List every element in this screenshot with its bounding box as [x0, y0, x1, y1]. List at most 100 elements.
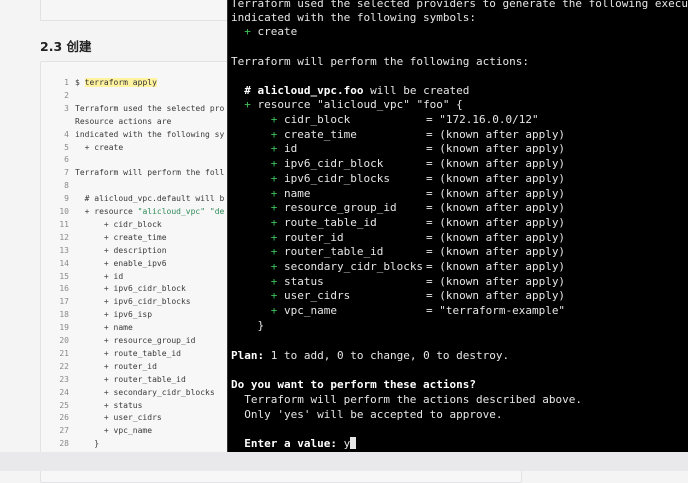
attr-value: = "172.16.0.0/12" [425, 113, 539, 126]
line-number: 20 [59, 336, 69, 345]
terminal-attr-line: + user_cidrs = (known after apply) [231, 288, 565, 303]
code-text: + resource [75, 207, 138, 216]
terminal-attr-line: + cidr_block = "172.16.0.0/12" [231, 112, 539, 127]
plus-symbol: + [231, 201, 284, 215]
create-word: create [257, 25, 298, 38]
attr-key: ipv6_cidr_blocks [283, 171, 390, 185]
line-number: 21 [59, 348, 69, 358]
code-text: Terraform will perform the foll [75, 168, 225, 178]
attr-value: = (known after apply) [425, 142, 566, 156]
prompt-label: Enter a value: [231, 437, 344, 450]
terminal-attr-line: + status = (known after apply) [231, 274, 565, 289]
command-highlight: terraform apply [84, 78, 157, 87]
plan-summary: 1 to add, 0 to change, 0 to destroy. [264, 349, 510, 362]
code-text: Resource actions are [75, 116, 172, 126]
terminal-line: } [231, 319, 265, 332]
attr-value: = (known after apply) [425, 289, 566, 303]
terminal-line: Do you want to perform these actions? [231, 378, 477, 391]
code-text: + create_time [75, 232, 167, 242]
line-number: 19 [59, 323, 69, 333]
code-line: 7 Terraform will perform the foll [41, 166, 224, 179]
resource-comment: # [231, 84, 258, 97]
code-line: 21 + route_table_id [41, 347, 181, 360]
plus-symbol: + [231, 289, 284, 303]
terminal-prompt[interactable]: Enter a value: y [231, 436, 357, 451]
attr-key: create_time [283, 127, 357, 141]
terminal-attr-line: + create_time = (known after apply) [231, 127, 565, 142]
terminal-attr-line: + router_table_id = (known after apply) [231, 244, 565, 259]
terminal-line: + create [231, 24, 297, 39]
attr-value: = (known after apply) [425, 157, 566, 171]
line-number: 3 [64, 103, 69, 113]
code-line: 19 + name [41, 321, 133, 334]
code-line: 2 [41, 89, 75, 102]
code-text: $ [75, 78, 85, 87]
plus-symbol: + [231, 245, 284, 259]
code-text: + create [75, 142, 124, 152]
code-text: indicated with the following sy [75, 129, 225, 139]
input-value[interactable]: y [344, 437, 351, 450]
line-number: 4 [64, 129, 69, 139]
attr-value: = (known after apply) [425, 230, 566, 244]
attr-key: ipv6_cidr_block [283, 157, 384, 171]
line-number: 26 [59, 413, 69, 423]
section-heading: 2.3 创建 [40, 39, 92, 54]
terminal-window[interactable]: Terraform used the selected providers to… [227, 0, 688, 453]
plus-symbol: + [231, 25, 258, 38]
code-line: 13 + description [41, 244, 166, 257]
code-line: 9 # alicloud_vpc.default will b [41, 192, 224, 205]
line-number: 28 [59, 439, 69, 449]
code-text: } [75, 439, 100, 449]
plus-symbol: + [231, 127, 284, 141]
attr-key: name [283, 186, 311, 200]
plus-symbol: + [231, 113, 284, 126]
attr-key: user_cidrs [283, 289, 351, 303]
code-line: 4 indicated with the following sy [41, 128, 224, 141]
line-number: 2 [64, 90, 69, 100]
code-text: + cidr_block [75, 219, 162, 229]
resource-tail: will be created [363, 84, 470, 97]
code-text: + secondary_cidr_blocks [75, 387, 215, 397]
line-number: 15 [59, 271, 69, 281]
attr-value: = (known after apply) [425, 274, 566, 288]
code-text: + name [75, 323, 133, 333]
code-text: # alicloud_vpc.default will b [75, 194, 225, 204]
terminal-line: # alicloud_vpc.foo will be created [231, 83, 469, 98]
code-line: 26 + user_cidrs [41, 411, 161, 424]
code-line: 6 [41, 153, 75, 166]
line-number: 9 [64, 194, 69, 204]
terminal-attr-line: + secondary_cidr_blocks = (known after ap… [231, 259, 565, 274]
code-line: 18 + ipv6_isp [41, 308, 152, 321]
line-number: 12 [59, 232, 69, 242]
code-line: 1 $ terraform apply [41, 76, 157, 89]
attr-value: = (known after apply) [425, 245, 566, 259]
code-line: 17 + ipv6_cidr_blocks [41, 295, 190, 308]
plus-symbol: + [231, 304, 284, 318]
plus-symbol: + [231, 171, 284, 185]
code-line: 5 + create [41, 141, 123, 154]
code-line: 24 + secondary_cidr_blocks [41, 386, 215, 399]
attr-value: = (known after apply) [425, 260, 566, 273]
line-number: 14 [59, 258, 69, 268]
attr-value: = (known after apply) [425, 127, 566, 141]
line-number: 16 [59, 284, 69, 294]
code-text: + ipv6_isp [75, 310, 153, 320]
line-number: 24 [59, 387, 69, 397]
terminal-line: indicated with the following symbols: [231, 11, 477, 24]
code-line: 12 + create_time [41, 231, 167, 244]
terminal-attr-line: + vpc_name = "terraform-example" [231, 303, 565, 318]
line-number: 5 [64, 142, 69, 152]
plus-symbol: + [231, 274, 284, 288]
attr-key: secondary_cidr_blocks [283, 260, 424, 273]
code-line: 8 [41, 179, 75, 192]
attr-value: = (known after apply) [425, 186, 566, 200]
line-number: 1 [64, 78, 69, 87]
cursor-icon [350, 437, 357, 449]
code-line: Resource actions are [41, 115, 171, 128]
plus-symbol: + [231, 186, 284, 200]
terminal-line: Plan: 1 to add, 0 to change, 0 to destro… [231, 348, 509, 363]
attr-value: = (known after apply) [425, 215, 566, 229]
code-line: 20 + resource_group_id [41, 334, 195, 347]
attr-value: = (known after apply) [425, 201, 566, 215]
terminal-attr-line: + resource_group_id = (known after apply) [231, 200, 565, 215]
